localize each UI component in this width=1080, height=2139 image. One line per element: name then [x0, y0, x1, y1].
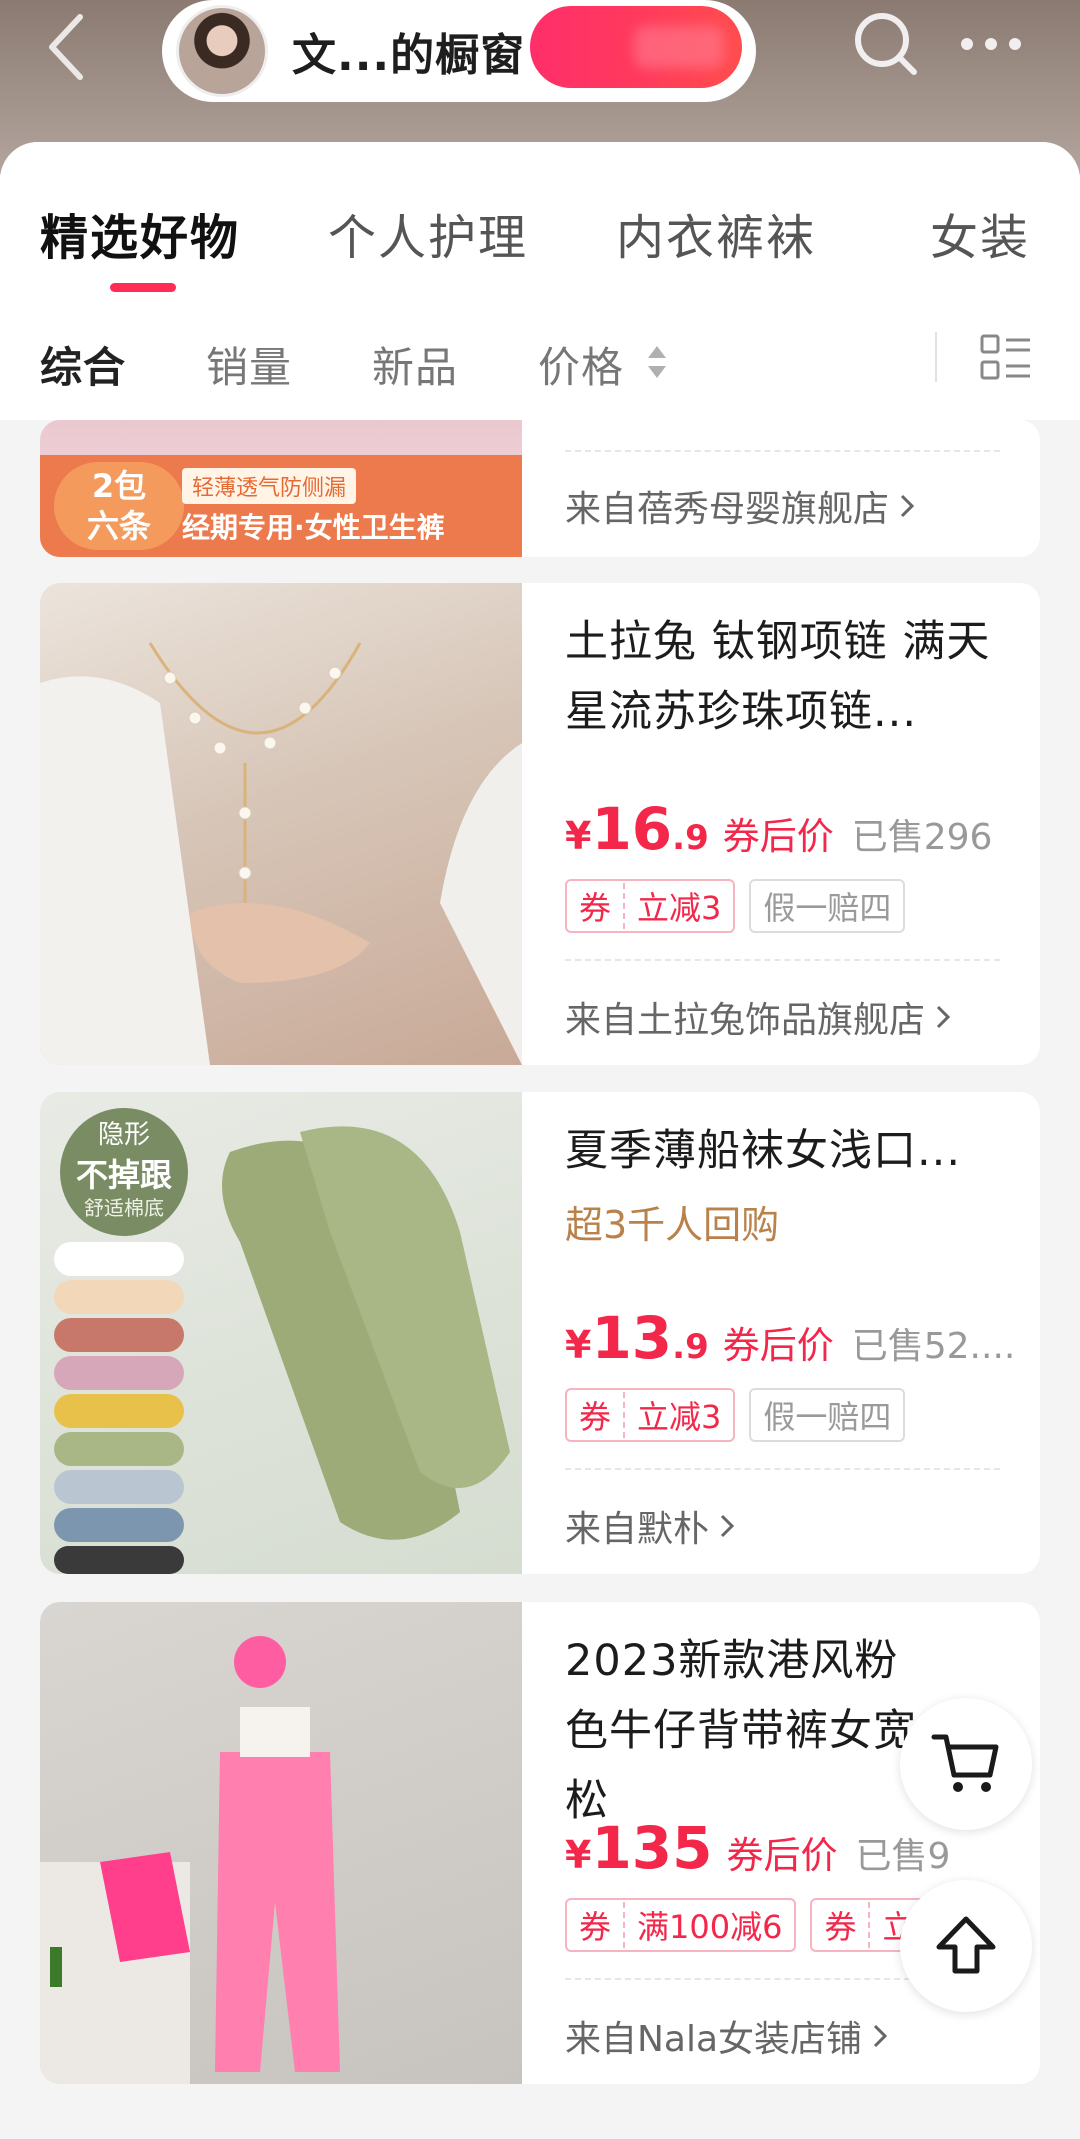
store-name: 文...的橱窗 [292, 30, 526, 81]
shop-link[interactable]: 来自土拉兔饰品旗舰店 [565, 991, 951, 1043]
image-badge: 2包 六条 [54, 462, 184, 550]
more-dots-icon[interactable] [955, 20, 1027, 68]
image-badge-main: 不掉跟 [75, 1156, 172, 1194]
price-row: ¥ 13 .9 券后价 已售52.... [565, 1304, 1015, 1372]
price-integer: 16 [591, 795, 673, 863]
tab-personal-care[interactable]: 个人护理 [328, 198, 528, 268]
overalls-illustration [40, 1636, 340, 2084]
back-to-top-button[interactable] [900, 1880, 1032, 2012]
price-integer: 13 [591, 1304, 673, 1372]
cart-icon [931, 1734, 999, 1792]
sold-count: 已售52.... [851, 1326, 1016, 1367]
shop-name: 来自土拉兔饰品旗舰店 [565, 1000, 926, 1041]
after-coupon-label: 券后价 [726, 1834, 838, 1877]
price-integer: 135 [591, 1814, 713, 1882]
image-caption-2: 经期专用·女性卫生裤 [182, 511, 445, 544]
search-icon[interactable] [850, 8, 922, 80]
guarantee-tag: 假一赔四 [749, 1388, 906, 1442]
sold-count: 已售9 [855, 1836, 951, 1877]
product-card[interactable]: 2023新款港风粉色牛仔背带裤女宽松 ¥ 135 券后价 已售9 券满100减6… [40, 1602, 1040, 2084]
list-layout-icon[interactable] [980, 332, 1032, 384]
price-decimal: .9 [672, 818, 709, 858]
promo-tags: 券立减3 假一赔四 [565, 1388, 906, 1442]
image-badge-sub: 舒适棉底 [84, 1196, 164, 1220]
currency-symbol: ¥ [565, 1323, 592, 1367]
coupon-tag[interactable]: 券满100减6 [565, 1898, 797, 1952]
store-avatar[interactable] [176, 5, 268, 97]
price-row: ¥ 135 券后价 已售9 [565, 1814, 950, 1882]
image-badge-top: 隐形 [97, 1120, 150, 1150]
product-image[interactable]: 2包 六条 轻薄透气防侧漏 经期专用·女性卫生裤 [40, 420, 522, 557]
shop-name: 来自Nala女装店铺 [565, 2019, 863, 2060]
product-title[interactable]: 夏季薄船袜女浅口... [565, 1116, 1010, 1186]
guarantee-tag: 假一赔四 [749, 879, 906, 933]
shop-link[interactable]: 来自蓓秀母婴旗舰店 [565, 480, 915, 532]
product-title[interactable]: 2023新款港风粉色牛仔背带裤女宽松 [565, 1626, 940, 1836]
product-card[interactable]: 土拉兔 钛钢项链 满天星流苏珍珠项链... ¥ 16 .9 券后价 已售296 … [40, 583, 1040, 1065]
sheet-header: 精选好物 个人护理 内衣裤袜 女装 综合 销量 新品 价格 [0, 142, 1080, 420]
shop-link[interactable]: 来自默朴 [565, 1500, 735, 1552]
chevron-right-icon [900, 494, 915, 518]
chevron-right-icon [874, 2024, 888, 2048]
back-to-top-icon [936, 1916, 996, 1974]
follow-button[interactable] [530, 6, 742, 88]
chevron-left-icon [49, 14, 83, 80]
repurchase-label: 超3千人回购 [565, 1203, 780, 1247]
currency-symbol: ¥ [565, 1833, 592, 1877]
sort-divider [935, 332, 937, 382]
back-button[interactable] [36, 12, 96, 82]
price-decimal: .9 [672, 1327, 709, 1367]
sort-overall[interactable]: 综合 [40, 334, 126, 395]
shop-name: 来自蓓秀母婴旗舰店 [565, 489, 890, 530]
product-title[interactable]: 土拉兔 钛钢项链 满天星流苏珍珠项链... [565, 607, 1010, 747]
tab-underwear[interactable]: 内衣裤袜 [616, 198, 816, 268]
after-coupon-label: 券后价 [722, 1324, 834, 1367]
product-image[interactable]: 隐形 不掉跟 舒适棉底 [40, 1092, 522, 1574]
product-card[interactable]: 2包 六条 轻薄透气防侧漏 经期专用·女性卫生裤 来自蓓秀母婴旗舰店 [40, 420, 1040, 557]
sort-new[interactable]: 新品 [372, 334, 458, 395]
tab-featured[interactable]: 精选好物 [40, 198, 240, 268]
image-caption-1: 轻薄透气防侧漏 [182, 468, 357, 504]
promo-tags: 券立减3 假一赔四 [565, 879, 906, 933]
divider [565, 450, 1000, 452]
product-image[interactable] [40, 583, 522, 1065]
sort-price[interactable]: 价格 [538, 334, 624, 395]
sort-sales[interactable]: 销量 [206, 334, 292, 395]
necklace-illustration [40, 642, 522, 1065]
currency-symbol: ¥ [565, 814, 592, 858]
cart-button[interactable] [900, 1698, 1032, 1830]
chevron-right-icon [936, 1005, 951, 1029]
coupon-tag[interactable]: 券立减3 [565, 1388, 736, 1442]
after-coupon-label: 券后价 [722, 815, 834, 858]
price-row: ¥ 16 .9 券后价 已售296 [565, 795, 992, 863]
active-tab-indicator [110, 283, 176, 292]
shop-name: 来自默朴 [565, 1509, 710, 1550]
sort-arrows-icon[interactable] [646, 342, 668, 382]
product-card[interactable]: 隐形 不掉跟 舒适棉底 夏季薄船袜女浅口... 超3千人回购 ¥ 13 .9 券… [40, 1092, 1040, 1574]
sold-count: 已售296 [851, 817, 993, 858]
divider [565, 959, 1000, 961]
chevron-right-icon [720, 1514, 735, 1538]
shop-link[interactable]: 来自Nala女装店铺 [565, 2010, 888, 2062]
product-image[interactable] [40, 1602, 522, 2084]
coupon-tag[interactable]: 券立减3 [565, 879, 736, 933]
divider [565, 1468, 1000, 1470]
store-header-pill[interactable]: 文...的橱窗 [162, 0, 756, 102]
tab-womens-wear[interactable]: 女装 [930, 198, 1030, 268]
